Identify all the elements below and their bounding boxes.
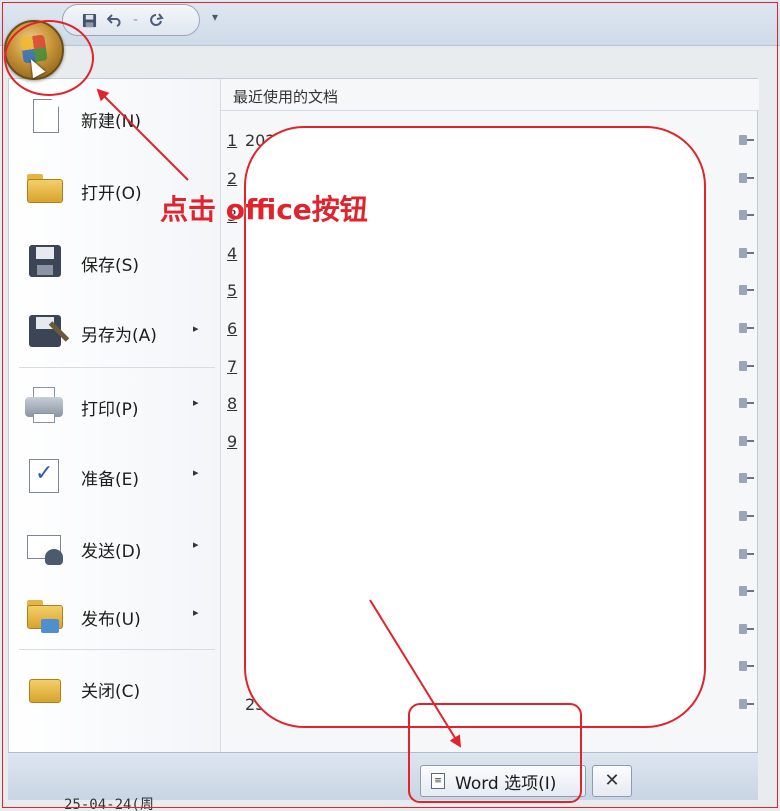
exit-word-button[interactable]: ✕ <box>592 765 632 797</box>
pin-icon[interactable] <box>739 172 754 183</box>
quick-access-toolbar: - <box>62 4 200 36</box>
pin-icon[interactable] <box>739 473 754 484</box>
recent-document-number: 4 <box>227 243 238 263</box>
recent-documents-title: 最近使用的文档 <box>233 88 339 106</box>
menu-item-label: 关闭(C) <box>81 682 141 702</box>
pin-icon[interactable] <box>739 360 754 371</box>
pin-icon[interactable] <box>739 661 754 672</box>
publish-icon <box>23 595 65 635</box>
menu-separator <box>19 367 215 368</box>
pin-icon[interactable] <box>739 135 754 145</box>
submenu-arrow-icon: ▸ <box>193 466 199 479</box>
title-bar: - ▾ <box>0 0 780 46</box>
annotation-instruction-text: 点击 office按钮 <box>160 193 368 226</box>
recent-document-number: 7 <box>227 356 238 376</box>
recent-document-number: 8 <box>227 394 238 414</box>
pin-icon[interactable] <box>739 247 754 258</box>
submenu-arrow-icon: ▸ <box>193 322 199 335</box>
recent-document-number: 9 <box>227 431 238 451</box>
send-icon <box>23 527 65 567</box>
word-application-window: - ▾ 新建(N) 打开(O) 保存(S) 另存为(A) ▸ 打印(P) ▸ ✓… <box>0 0 780 811</box>
menu-item-label: 打开(O) <box>81 184 142 204</box>
menu-item-send[interactable]: 发送(D) ▸ <box>9 515 221 579</box>
printer-icon <box>23 385 65 425</box>
document-text-fragment: 25-04-24(周 <box>64 797 154 811</box>
redo-icon[interactable] <box>148 12 164 28</box>
pin-icon[interactable] <box>739 323 754 333</box>
save-icon[interactable] <box>81 12 97 28</box>
undo-dropdown-separator: - <box>133 12 139 28</box>
new-document-icon <box>23 97 65 137</box>
pin-icon[interactable] <box>739 699 754 709</box>
undo-icon[interactable] <box>107 12 123 28</box>
pin-icon[interactable] <box>739 210 754 221</box>
submenu-arrow-icon: ▸ <box>193 606 199 619</box>
annotation-highlight-box <box>408 703 582 803</box>
prepare-document-icon: ✓ <box>23 455 65 495</box>
recent-document-number: 5 <box>227 281 238 301</box>
menu-item-label: 另存为(A) <box>81 326 157 346</box>
menu-item-prepare[interactable]: ✓ 准备(E) ▸ <box>9 443 221 507</box>
save-disk-icon <box>23 241 65 281</box>
open-folder-icon <box>23 169 65 209</box>
pin-icon[interactable] <box>739 398 754 409</box>
menu-item-label: 打印(P) <box>81 400 139 420</box>
menu-item-label: 发送(D) <box>81 542 142 562</box>
pin-icon[interactable] <box>739 623 754 634</box>
close-folder-icon <box>23 667 65 707</box>
pin-icon[interactable] <box>739 548 754 559</box>
save-as-icon <box>23 311 70 351</box>
annotation-circle <box>4 20 94 96</box>
menu-item-label: 发布(U) <box>81 610 141 630</box>
menu-item-save-as[interactable]: 另存为(A) ▸ <box>9 299 221 363</box>
office-menu-footer: ≡ Word 选项(I) ✕ <box>8 752 758 800</box>
menu-item-save[interactable]: 保存(S) <box>9 229 221 293</box>
submenu-arrow-icon: ▸ <box>193 538 199 551</box>
menu-separator <box>19 649 215 650</box>
menu-item-print[interactable]: 打印(P) ▸ <box>9 373 221 437</box>
pin-icon[interactable] <box>739 435 754 446</box>
recent-documents-header: 最近使用的文档 <box>221 79 759 111</box>
menu-item-label: 准备(E) <box>81 470 140 490</box>
menu-item-publish[interactable]: 发布(U) ▸ <box>9 583 221 647</box>
office-menu-commands: 新建(N) 打开(O) 保存(S) 另存为(A) ▸ 打印(P) ▸ ✓ 准备(… <box>9 79 221 769</box>
recent-document-number: 1 <box>227 131 238 150</box>
menu-item-label: 保存(S) <box>81 256 140 276</box>
menu-item-label: 新建(N) <box>81 112 141 132</box>
pin-icon[interactable] <box>739 511 754 521</box>
submenu-arrow-icon: ▸ <box>193 396 199 409</box>
customize-toolbar-dropdown-icon[interactable]: ▾ <box>212 10 218 24</box>
menu-item-close[interactable]: 关闭(C) <box>9 655 221 719</box>
pin-icon[interactable] <box>739 285 754 296</box>
recent-document-number: 6 <box>227 319 238 338</box>
recent-document-number: 2 <box>227 168 238 188</box>
pin-icon[interactable] <box>739 586 754 597</box>
